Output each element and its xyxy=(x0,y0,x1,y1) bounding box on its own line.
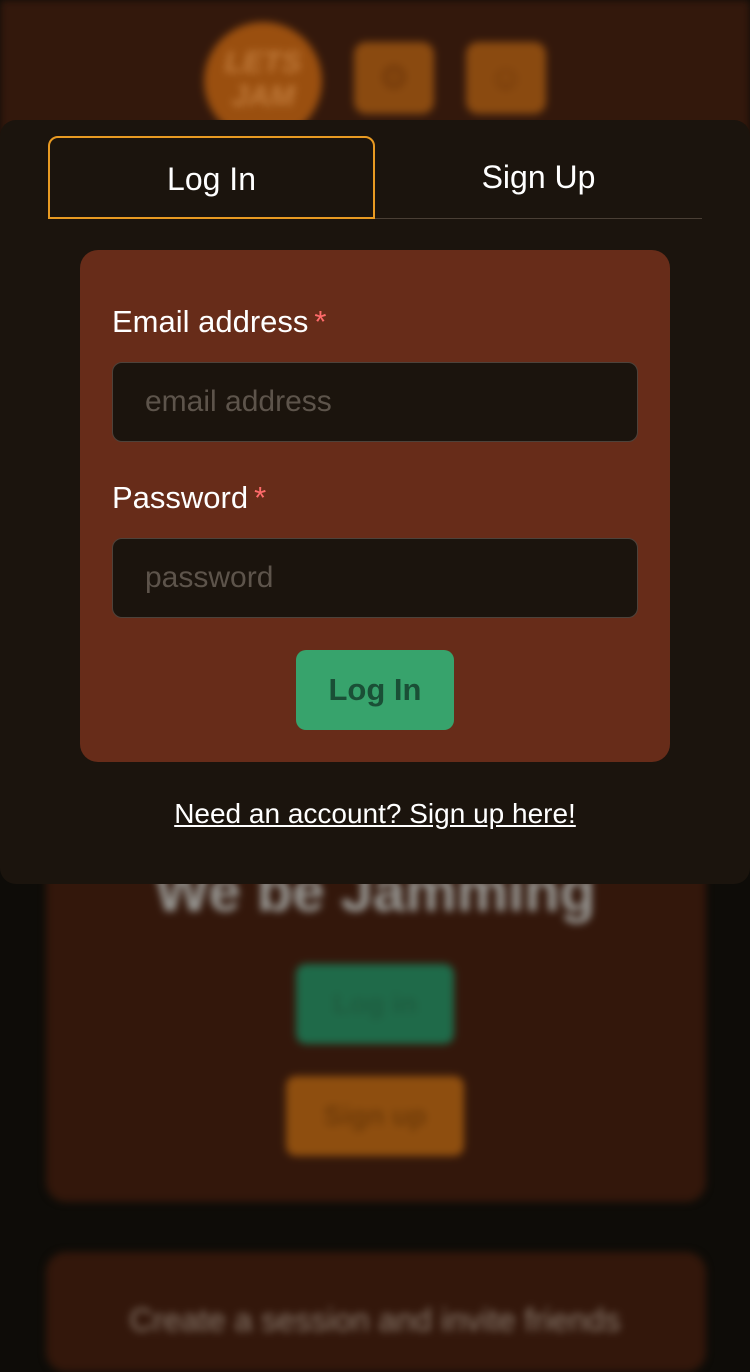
email-label-text: Email address xyxy=(112,304,309,339)
hero-signup-button: Sign up xyxy=(286,1076,464,1156)
hero-login-button: Log in xyxy=(296,964,454,1044)
required-mark: * xyxy=(254,480,267,515)
auth-tabs: Log In Sign Up xyxy=(48,136,702,219)
login-form: Email address* Password* Log In xyxy=(80,250,670,762)
email-field[interactable] xyxy=(112,362,638,442)
email-label: Email address * xyxy=(112,304,327,340)
tab-log-in[interactable]: Log In xyxy=(48,136,375,219)
sign-up-link[interactable]: Need an account? Sign up here! xyxy=(0,798,750,830)
required-mark: * xyxy=(314,304,327,339)
auth-modal: Log In Sign Up Email address* Password* … xyxy=(0,120,750,884)
user-icon: ☺ xyxy=(466,42,546,114)
settings-icon: ⚙ xyxy=(354,42,434,114)
tagline: Create a session and invite friends xyxy=(129,1302,621,1338)
password-label: Password * xyxy=(112,480,266,516)
password-label-text: Password xyxy=(112,480,249,515)
tab-sign-up[interactable]: Sign Up xyxy=(375,136,702,219)
log-in-button[interactable]: Log In xyxy=(296,650,454,730)
password-field[interactable] xyxy=(112,538,638,618)
